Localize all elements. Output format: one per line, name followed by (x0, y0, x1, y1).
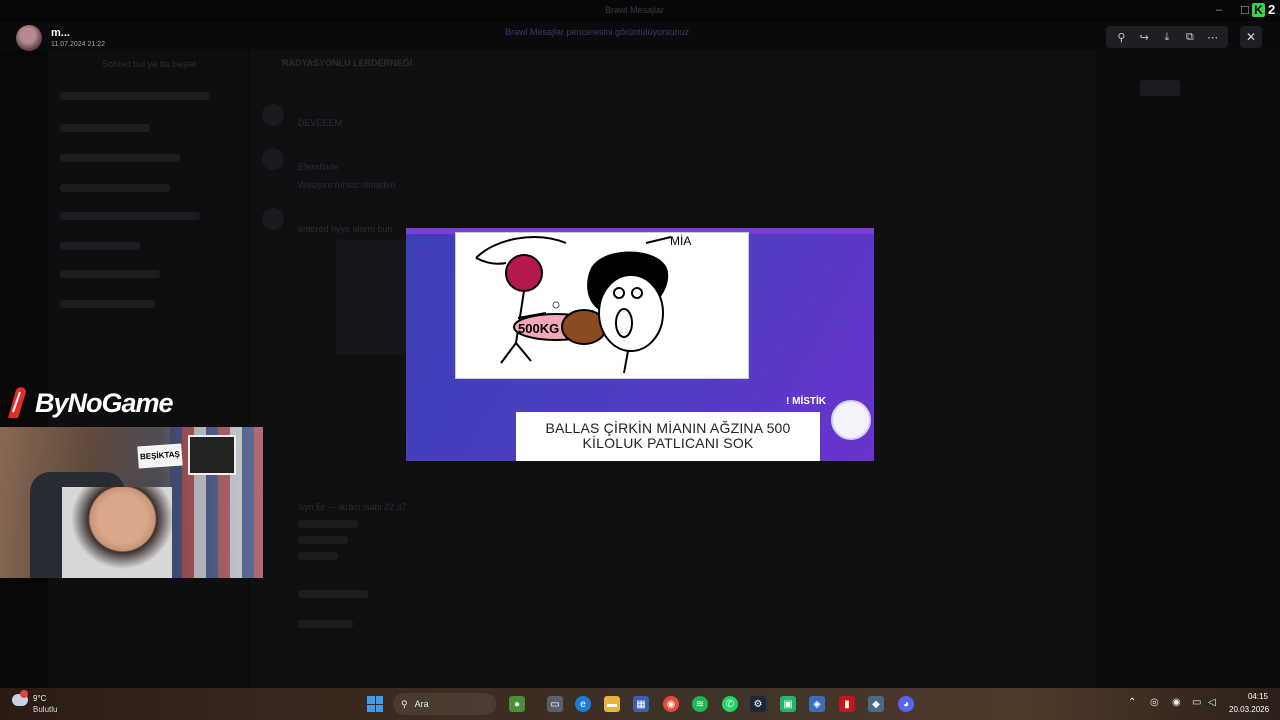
list-item (298, 520, 358, 528)
list-item (60, 184, 170, 192)
tray-app-icon[interactable]: ◉ (1172, 697, 1181, 708)
network-icon[interactable]: ▭ (1192, 697, 1201, 708)
search-icon: ⚲ (401, 698, 408, 709)
caption-line: KİLOLUK PATLICANI SOK (582, 435, 754, 451)
drawing-label-right: MİA (670, 234, 691, 248)
maximize-button[interactable]: ☐ (1240, 4, 1250, 17)
list-item (60, 124, 150, 132)
player-avatar-circle (831, 400, 871, 440)
avatar (262, 208, 284, 230)
caption-box: BALLAS ÇİRKİN MİANIN AĞZINA 500 KİLOLUK … (516, 412, 820, 461)
minimize-button[interactable]: – (1216, 4, 1222, 16)
image-viewer-header (0, 22, 1280, 52)
taskbar: 9°C Bulutlu ⚲ Ara ● ▭ e ▬ ▦ ◉ ≋ ✆ ⚙ ▣ ◈ … (0, 688, 1280, 720)
server-list (0, 50, 48, 688)
file-explorer-icon[interactable]: ▬ (604, 696, 620, 712)
message-text: Wasiyım ruhsiz olmadim (298, 180, 396, 190)
list-item (1140, 80, 1180, 96)
start-button[interactable] (367, 696, 383, 712)
sidebar-search: Sohbet bul ya da başlat (102, 59, 197, 69)
webcam-feed: BEŞİKTAŞ (0, 427, 263, 578)
upload-date: 11.07.2024 21:22 (51, 41, 105, 48)
clock-time[interactable]: 04:15 (1246, 692, 1268, 701)
name-tag: ! MİSTİK (786, 396, 826, 407)
spotify-icon[interactable]: ≋ (692, 696, 708, 712)
notification-badge (20, 690, 28, 698)
avatar (262, 148, 284, 170)
search-placeholder: Ara (414, 699, 429, 709)
list-item (60, 154, 180, 162)
viewer-toolbar: ⚲ ↪ ⤓ ⧉ ⋯ (1106, 26, 1228, 48)
forward-icon[interactable]: ↪ (1136, 29, 1152, 45)
widgets-icon[interactable]: ● (509, 696, 525, 712)
app-icon[interactable]: ▮ (839, 696, 855, 712)
caption-line: BALLAS ÇİRKİN MİANIN AĞZINA 500 (545, 420, 791, 436)
message-text: Efendinde (298, 162, 339, 172)
chevron-up-icon[interactable]: ⌃ (1128, 697, 1136, 708)
search-box[interactable]: ⚲ Ara (393, 693, 496, 715)
close-button[interactable]: ✕ (1240, 26, 1262, 48)
webcam-streamer (62, 487, 172, 578)
bynogame-icon (8, 387, 26, 418)
message-attachment (336, 240, 406, 355)
list-item (60, 92, 210, 100)
clock-date[interactable]: 20.03.2026 (1229, 705, 1269, 714)
list-item (298, 536, 348, 544)
avatar[interactable] (16, 25, 42, 51)
app-icon[interactable]: ◆ (868, 696, 884, 712)
list-item (60, 300, 155, 308)
list-item (298, 620, 353, 628)
app-icon[interactable]: ▣ (780, 696, 796, 712)
message-text: Syn Er --- ikrâcı isabi 22:37 (298, 502, 407, 512)
download-icon[interactable]: ⤓ (1159, 29, 1175, 45)
list-item (60, 270, 160, 278)
task-view-icon[interactable]: ▭ (547, 696, 563, 712)
channel-header: RADYASYONLU LERDERNEĞİ (282, 58, 413, 68)
sketch-drawing: 500KG MİA (475, 234, 691, 374)
message-text: entered nyye alarm bun (298, 224, 393, 234)
volume-icon[interactable]: ◁ (1208, 697, 1216, 708)
tray-app-icon[interactable]: ◎ (1150, 697, 1159, 708)
list-item (60, 242, 140, 250)
chrome-icon[interactable]: ◉ (663, 696, 679, 712)
uploader-name[interactable]: m... (51, 27, 70, 39)
avatar (262, 104, 284, 126)
member-list (1095, 50, 1280, 688)
logo-text: ByNoGame (35, 387, 174, 418)
channel-list (48, 50, 248, 688)
store-icon[interactable]: ▦ (633, 696, 649, 712)
viewed-image: 500KG MİA ! MİSTİK BALLAS ÇİRKİN MİANIN … (406, 228, 874, 461)
list-item (60, 212, 200, 220)
webcam-sign: BEŞİKTAŞ (137, 443, 183, 469)
bynogame-logo: ByNoGame (4, 386, 174, 420)
weather-temp: 9°C (33, 694, 47, 703)
message-text: DEVEEEM (298, 118, 343, 128)
open-external-icon[interactable]: ⧉ (1182, 29, 1198, 45)
overlay-badge: 2 (1268, 2, 1276, 17)
list-item (298, 552, 338, 560)
webcam-poster (188, 435, 236, 475)
app-icon[interactable]: ◈ (809, 696, 825, 712)
drawing-card: 500KG MİA (455, 232, 749, 379)
app-title: Brawl Mesajlar (605, 5, 665, 15)
drawing-label-left: 500KG (518, 321, 559, 336)
title-bar: Brawl Mesajlar – ☐ K 2 (0, 0, 1280, 22)
more-icon[interactable]: ⋯ (1205, 29, 1221, 45)
k-logo-icon: K (1252, 3, 1265, 17)
edge-icon[interactable]: e (575, 696, 591, 712)
weather-desc: Bulutlu (33, 705, 58, 714)
steam-icon[interactable]: ⚙ (750, 696, 766, 712)
list-item (298, 590, 368, 598)
zoom-icon[interactable]: ⚲ (1113, 29, 1129, 45)
discord-icon[interactable]: ◕ (898, 696, 914, 712)
whatsapp-icon[interactable]: ✆ (722, 696, 738, 712)
